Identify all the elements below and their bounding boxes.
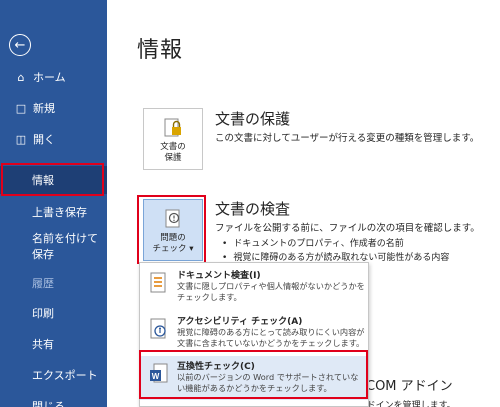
com-addins-title: COM アドイン xyxy=(366,379,453,394)
sidebar-item-label: 上書き保存 xyxy=(32,206,87,219)
sidebar-item-label[interactable]: 印刷 xyxy=(32,305,54,321)
menu-item-title: アクセシビリティ チェック(A) xyxy=(177,317,303,327)
info-highlight-box xyxy=(1,163,104,196)
new-doc-icon: □ xyxy=(15,101,27,115)
protect-button-line1: 文書の xyxy=(160,142,186,152)
sidebar-item-new[interactable]: □ 新規 xyxy=(0,94,107,122)
sidebar-item-open[interactable]: ◫ 開く xyxy=(0,125,107,153)
sidebar-item-export[interactable]: エクスポート xyxy=(0,361,107,389)
compatibility-highlight-box xyxy=(139,350,368,399)
sidebar-item-label: エクスポート xyxy=(32,369,98,382)
home-icon: ⌂ xyxy=(17,70,25,84)
protect-button-line2: 保護 xyxy=(164,152,182,163)
sidebar-item-save-as[interactable]: 名前を付けて保存 xyxy=(0,232,107,261)
sidebar-item-label: ホーム xyxy=(33,71,66,84)
sidebar-item-label: 履歴 xyxy=(32,277,54,290)
sidebar-item-label: 共有 xyxy=(32,338,54,351)
sidebar-item-save[interactable]: 上書き保存 xyxy=(0,198,107,226)
inspect-bullet: ドキュメントのプロパティ、作成者の名前 xyxy=(222,236,403,249)
backstage-sidebar: ← ⌂ ホーム □ 新規 ◫ 開く 情報 上書き保存 名前を付けて保存 履歴 印… xyxy=(0,0,107,407)
folder-open-icon: ◫ xyxy=(15,132,27,146)
accessibility-icon xyxy=(150,318,166,339)
menu-item-desc: 視覚に障碍のある方にとって読み取りにくい内容が文書に含まれていないかどうかをチェ… xyxy=(177,327,365,348)
back-arrow-icon[interactable]: ← xyxy=(9,34,31,56)
sidebar-item-history: 履歴 xyxy=(0,269,107,297)
inspect-desc: ファイルを公開する前に、ファイルの次の項目を確認します。 xyxy=(215,223,480,234)
inspect-title: 文書の検査 xyxy=(215,200,291,218)
sidebar-item-label: 新規 xyxy=(33,102,55,115)
protect-title: 文書の保護 xyxy=(215,110,291,128)
menu-item-inspect-document[interactable]: ドキュメント検査(I) 文書に隠しプロパティや個人情報がないかどうかをチェックし… xyxy=(140,265,368,309)
menu-item-desc: 文書に隠しプロパティや個人情報がないかどうかをチェックします。 xyxy=(177,281,365,302)
sidebar-item-home[interactable]: ⌂ ホーム xyxy=(0,63,107,91)
page-title: 情報 xyxy=(137,38,184,63)
menu-item-accessibility-check[interactable]: アクセシビリティ チェック(A) 視覚に障碍のある方にとって読み取りにくい内容が… xyxy=(140,311,368,355)
inspect-document-icon xyxy=(150,272,166,293)
sidebar-item-print[interactable]: 印刷 xyxy=(0,299,107,327)
protect-document-button[interactable]: 文書の 保護 xyxy=(143,108,203,170)
sidebar-item-share[interactable]: 共有 xyxy=(0,330,107,358)
sidebar-item-label: 閉じる xyxy=(32,400,65,407)
check-button-highlight-box xyxy=(137,195,206,264)
sidebar-item-close[interactable]: 閉じる xyxy=(0,392,107,407)
protect-desc: この文書に対してユーザーが行える変更の種類を管理します。 xyxy=(215,133,480,144)
sidebar-item-label: 名前を付けて保存 xyxy=(32,232,98,261)
lock-document-icon xyxy=(164,118,181,137)
menu-item-title: ドキュメント検査(I) xyxy=(177,271,261,281)
sidebar-item-label: 開く xyxy=(33,133,55,146)
